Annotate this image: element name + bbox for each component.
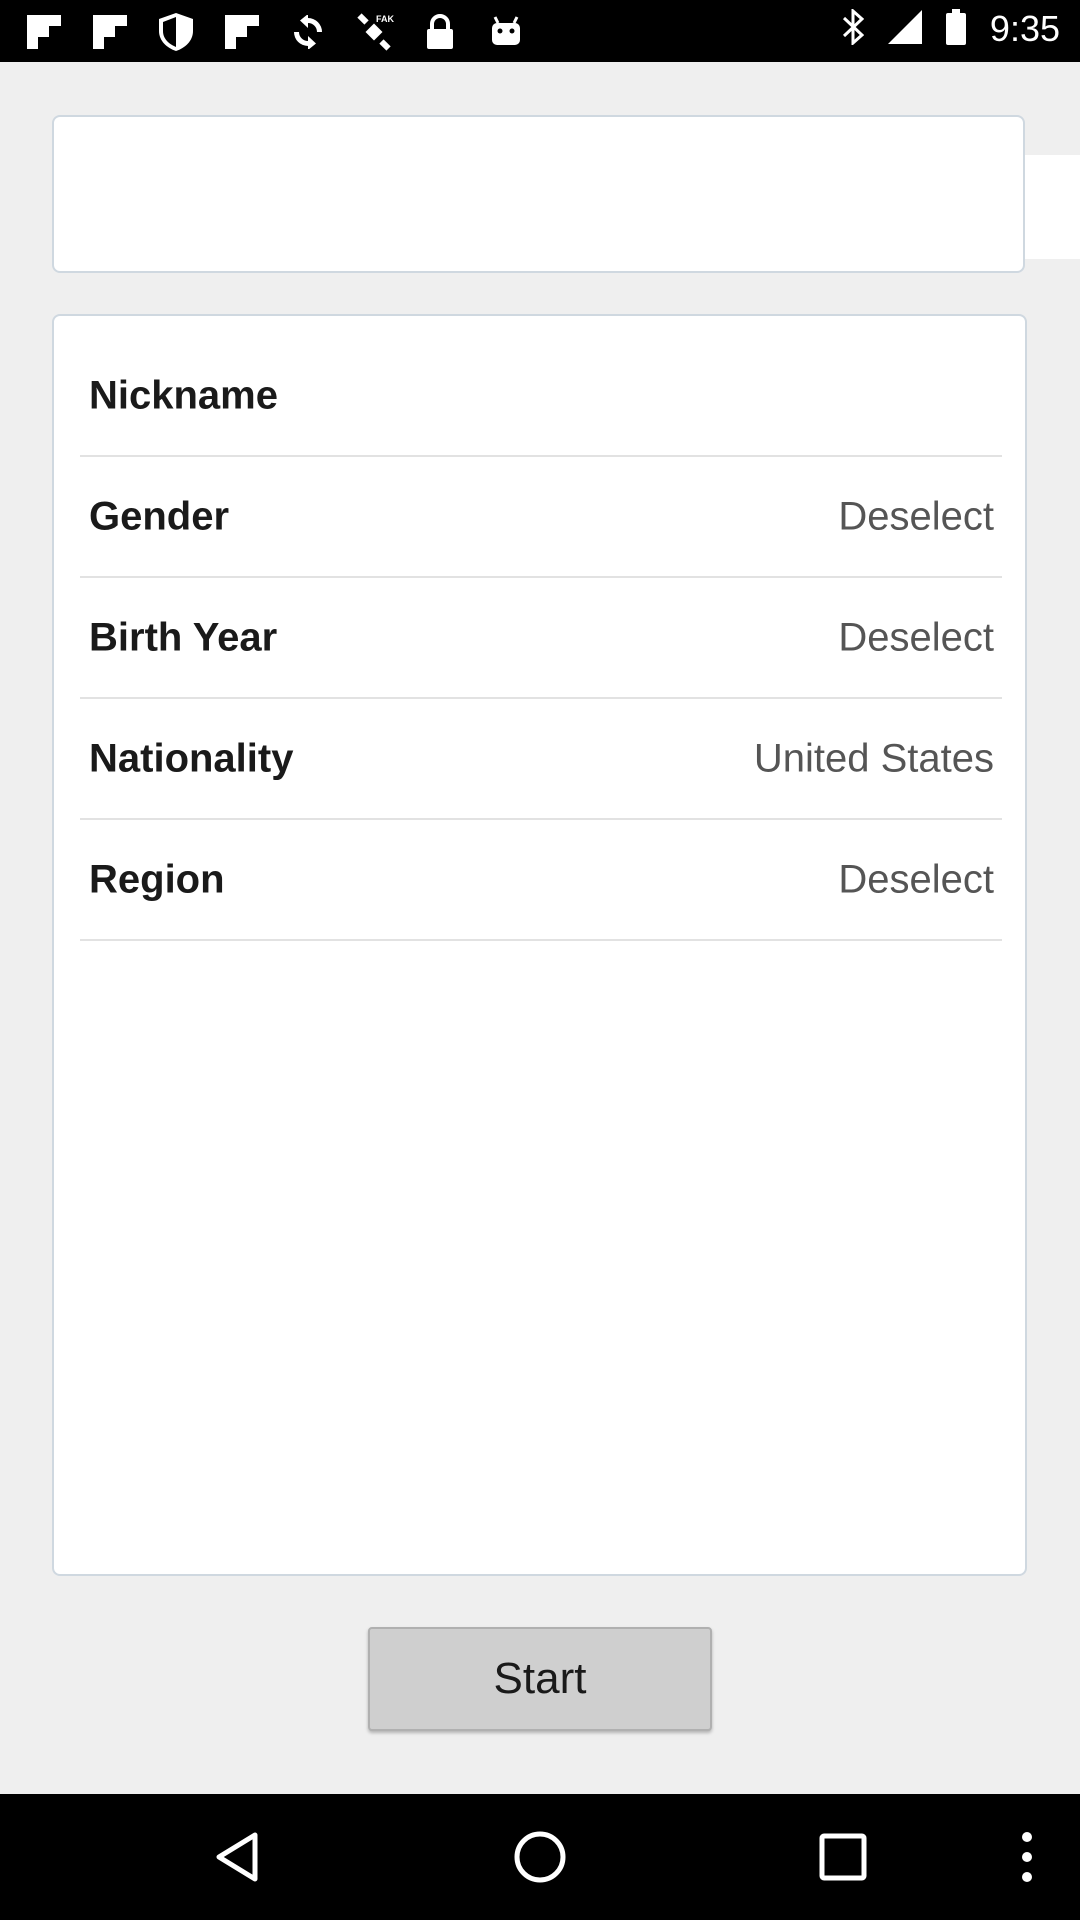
flipboard-icon bbox=[24, 12, 64, 52]
back-icon[interactable] bbox=[172, 1794, 302, 1920]
recents-icon[interactable] bbox=[778, 1794, 908, 1920]
shield-icon bbox=[156, 12, 196, 52]
android-icon bbox=[486, 12, 526, 52]
svg-text:FAKE: FAKE bbox=[376, 14, 394, 24]
notification-icons: FAKE bbox=[24, 12, 526, 52]
clock: 9:35 bbox=[989, 8, 1060, 49]
overflow-menu-icon[interactable] bbox=[962, 1794, 1080, 1920]
bluetooth-icon bbox=[842, 7, 865, 49]
header-card bbox=[52, 115, 1025, 273]
battery-icon bbox=[945, 9, 966, 49]
navigation-bar bbox=[0, 1794, 1080, 1920]
gender-label: Gender bbox=[89, 494, 230, 538]
nickname-row[interactable]: Nickname bbox=[80, 336, 1002, 457]
start-button[interactable]: Start bbox=[368, 1627, 712, 1731]
signal-icon bbox=[887, 10, 922, 48]
flipboard-icon bbox=[90, 12, 130, 52]
gender-row[interactable]: Gender Deselect bbox=[80, 457, 1002, 578]
home-icon[interactable] bbox=[475, 1794, 605, 1920]
profile-card: Nickname Gender Deselect Birth Year Dese… bbox=[52, 314, 1027, 1576]
region-row[interactable]: Region Deselect bbox=[80, 820, 1002, 941]
header-card-overflow bbox=[1025, 155, 1080, 259]
lock-icon bbox=[420, 12, 460, 52]
birth-year-row[interactable]: Birth Year Deselect bbox=[80, 578, 1002, 699]
flipboard-icon bbox=[222, 12, 262, 52]
nationality-label: Nationality bbox=[89, 736, 294, 780]
region-label: Region bbox=[89, 857, 225, 901]
region-value[interactable]: Deselect bbox=[838, 857, 994, 902]
fake-gps-icon: FAKE bbox=[354, 12, 394, 52]
sync-icon bbox=[288, 12, 328, 52]
birth-year-label: Birth Year bbox=[89, 615, 278, 659]
nickname-label: Nickname bbox=[89, 373, 278, 417]
status-bar: FAKE 9:35 bbox=[0, 0, 1080, 62]
gender-value[interactable]: Deselect bbox=[838, 494, 994, 539]
nationality-row[interactable]: Nationality United States bbox=[80, 699, 1002, 820]
birth-year-value[interactable]: Deselect bbox=[838, 615, 994, 660]
nationality-value[interactable]: United States bbox=[754, 736, 994, 781]
system-status: 9:35 bbox=[842, 7, 1060, 50]
